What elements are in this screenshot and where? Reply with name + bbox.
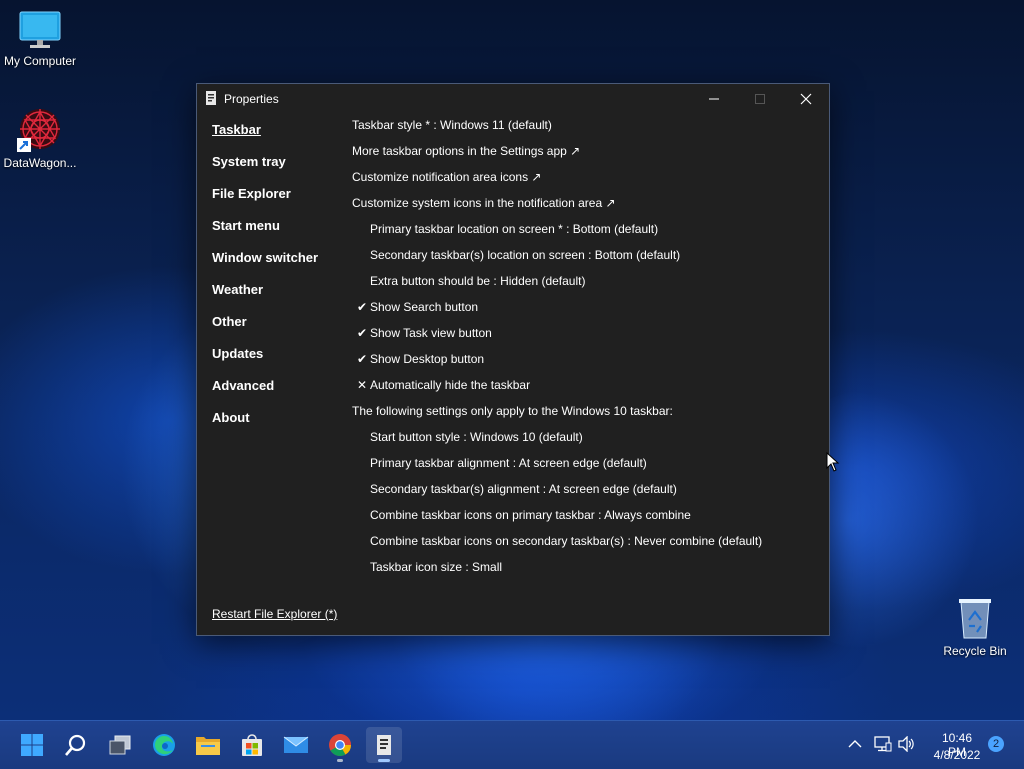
setting-show-task-view[interactable]: ✔ Show Task view button — [357, 326, 492, 340]
window-title: Properties — [224, 92, 279, 106]
search-icon — [65, 734, 86, 756]
setting-label: Secondary taskbar(s) alignment : At scre… — [370, 482, 677, 496]
desktop: My Computer DataWagon... Recycle Bin Pro… — [0, 0, 1024, 720]
monitor-icon — [19, 11, 61, 48]
section-heading-windows10: The following settings only apply to the… — [352, 404, 673, 418]
properties-app-button[interactable] — [366, 727, 402, 763]
sidebar-item-advanced[interactable]: Advanced — [212, 378, 274, 393]
notification-badge[interactable]: 2 — [988, 736, 1004, 752]
store-icon — [242, 734, 262, 756]
setting-label: Taskbar style * : Windows 11 (default) — [352, 118, 552, 132]
desktop-icon-recycle-bin[interactable]: Recycle Bin — [935, 596, 1015, 658]
setting-secondary-alignment[interactable]: Secondary taskbar(s) alignment : At scre… — [370, 482, 677, 496]
setting-combine-secondary[interactable]: Combine taskbar icons on secondary taskb… — [370, 534, 762, 548]
setting-combine-primary[interactable]: Combine taskbar icons on primary taskbar… — [370, 508, 691, 522]
setting-label: More taskbar options in the Settings app… — [352, 144, 581, 158]
sidebar-item-start-menu[interactable]: Start menu — [212, 218, 280, 233]
task-view-button[interactable] — [102, 727, 138, 763]
desktop-icon-label: DataWagon... — [3, 156, 77, 170]
sidebar-item-taskbar[interactable]: Taskbar — [212, 122, 261, 137]
clock-date[interactable]: 4/8/2022 — [930, 748, 984, 762]
running-indicator — [337, 759, 343, 762]
sidebar-item-other[interactable]: Other — [212, 314, 247, 329]
setting-label: The following settings only apply to the… — [352, 404, 673, 418]
setting-label: Customize system icons in the notificati… — [352, 196, 616, 210]
chevron-up-icon[interactable] — [848, 739, 862, 749]
setting-notification-icons-link[interactable]: Customize notification area icons ↗ — [352, 170, 541, 184]
setting-label: Combine taskbar icons on primary taskbar… — [370, 508, 691, 522]
mail-button[interactable] — [278, 727, 314, 763]
sidebar-item-file-explorer[interactable]: File Explorer — [212, 186, 291, 201]
setting-taskbar-style[interactable]: Taskbar style * : Windows 11 (default) — [352, 118, 552, 132]
chrome-button[interactable] — [322, 727, 358, 763]
properties-app-icon — [206, 91, 216, 105]
setting-label: Primary taskbar alignment : At screen ed… — [370, 456, 647, 470]
title-bar[interactable]: Properties — [197, 84, 829, 114]
checkmark-icon: ✔ — [357, 300, 368, 314]
task-view-icon — [109, 735, 131, 755]
network-icon[interactable] — [874, 736, 892, 752]
setting-label: Customize notification area icons ↗ — [352, 170, 542, 184]
properties-app-icon — [377, 735, 391, 755]
setting-primary-location[interactable]: Primary taskbar location on screen * : B… — [370, 222, 658, 236]
close-icon — [800, 93, 812, 105]
setting-primary-alignment[interactable]: Primary taskbar alignment : At screen ed… — [370, 456, 647, 470]
setting-label: Show Search button — [370, 300, 479, 314]
setting-label: Start button style : Windows 10 (default… — [370, 430, 583, 444]
edge-button[interactable] — [146, 727, 182, 763]
maximize-button[interactable] — [737, 84, 783, 114]
setting-secondary-location[interactable]: Secondary taskbar(s) location on screen … — [370, 248, 680, 262]
setting-label: Extra button should be : Hidden (default… — [370, 274, 586, 288]
setting-show-search[interactable]: ✔ Show Search button — [357, 300, 479, 314]
setting-label: Primary taskbar location on screen * : B… — [370, 222, 659, 236]
desktop-icon-label: Recycle Bin — [943, 644, 1007, 658]
chrome-icon — [329, 734, 351, 756]
cross-icon: ✕ — [357, 378, 368, 392]
file-explorer-button[interactable] — [190, 727, 226, 763]
search-button[interactable] — [58, 727, 94, 763]
sidebar-item-updates[interactable]: Updates — [212, 346, 263, 361]
sidebar-item-system-tray[interactable]: System tray — [212, 154, 286, 169]
datawagon-app-icon — [17, 109, 60, 152]
sidebar-item-weather[interactable]: Weather — [212, 282, 263, 297]
setting-label: Show Task view button — [370, 326, 492, 340]
edge-icon — [153, 734, 175, 756]
close-button[interactable] — [783, 84, 829, 114]
properties-window: Properties Taskbar System tray File Expl… — [196, 83, 830, 636]
setting-label: Automatically hide the taskbar — [370, 378, 531, 392]
restart-explorer-link[interactable]: Restart File Explorer (*) — [212, 607, 337, 621]
desktop-icon-my-computer[interactable]: My Computer — [0, 10, 80, 68]
file-explorer-icon — [196, 737, 220, 755]
setting-more-taskbar-options-link[interactable]: More taskbar options in the Settings app… — [352, 144, 580, 158]
setting-show-desktop[interactable]: ✔ Show Desktop button — [357, 352, 485, 366]
setting-label: Secondary taskbar(s) location on screen … — [370, 248, 681, 262]
maximize-icon — [755, 94, 765, 104]
setting-label: Taskbar icon size : Small — [370, 560, 503, 574]
mail-icon — [283, 736, 309, 753]
desktop-icon-datawagon[interactable]: DataWagon... — [0, 106, 80, 170]
minimize-button[interactable] — [691, 84, 737, 114]
checkmark-icon: ✔ — [357, 352, 368, 366]
taskbar: 10:46 PM 4/8/2022 — [0, 720, 1024, 769]
setting-label: Combine taskbar icons on secondary taskb… — [370, 534, 763, 548]
setting-icon-size[interactable]: Taskbar icon size : Small — [370, 560, 502, 574]
checkmark-icon: ✔ — [357, 326, 368, 340]
volume-icon[interactable] — [898, 736, 916, 752]
setting-start-button-style[interactable]: Start button style : Windows 10 (default… — [370, 430, 583, 444]
start-button[interactable] — [14, 727, 50, 763]
recycle-bin-icon — [959, 599, 991, 639]
active-indicator — [378, 759, 390, 762]
sidebar-item-window-switcher[interactable]: Window switcher — [212, 250, 318, 265]
setting-system-icons-link[interactable]: Customize system icons in the notificati… — [352, 196, 616, 210]
setting-extra-button[interactable]: Extra button should be : Hidden (default… — [370, 274, 585, 288]
setting-auto-hide[interactable]: ✕ Automatically hide the taskbar — [357, 378, 531, 392]
desktop-icon-label: My Computer — [3, 54, 77, 68]
minimize-icon — [709, 98, 719, 100]
sidebar-item-about[interactable]: About — [212, 410, 250, 425]
setting-label: Show Desktop button — [370, 352, 485, 366]
mouse-cursor-icon — [826, 452, 840, 472]
store-button[interactable] — [234, 727, 270, 763]
start-icon — [21, 734, 43, 756]
